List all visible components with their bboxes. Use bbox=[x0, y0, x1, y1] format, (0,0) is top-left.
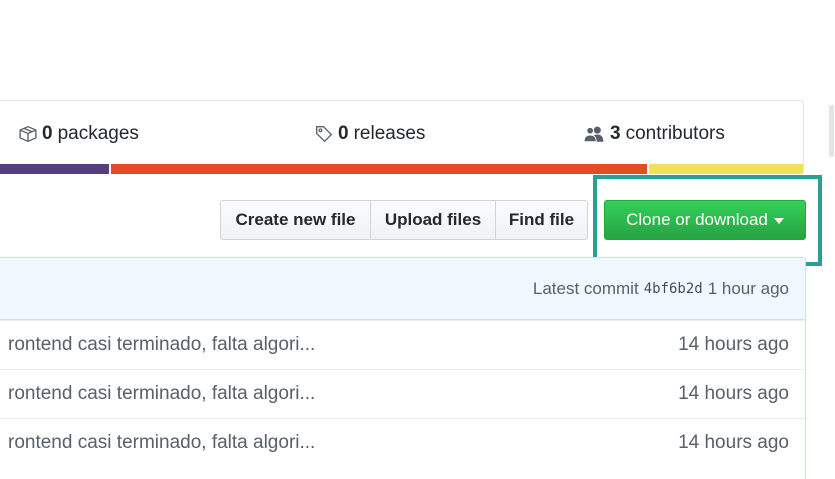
package-icon bbox=[19, 126, 37, 142]
packages-label: packages bbox=[57, 123, 139, 144]
latest-commit-bar: Latest commit 4bf6b2d 1 hour ago bbox=[0, 258, 805, 320]
file-age: 14 hours ago bbox=[678, 383, 789, 404]
contributors-count: 3 bbox=[610, 123, 621, 144]
table-row: rontend casi terminado, falta algori... … bbox=[0, 320, 805, 369]
language-bar-segment[interactable] bbox=[647, 164, 803, 174]
scrollbar[interactable] bbox=[827, 0, 835, 479]
commit-sha-link[interactable]: 4bf6b2d bbox=[644, 281, 703, 297]
releases-link[interactable]: 0 releases bbox=[315, 123, 425, 145]
language-bar-segment[interactable] bbox=[109, 164, 648, 174]
commit-age: 1 hour ago bbox=[707, 278, 789, 298]
create-new-file-button[interactable]: Create new file bbox=[220, 200, 371, 240]
language-bar[interactable] bbox=[0, 164, 803, 174]
table-row: rontend casi terminado, falta algori... … bbox=[0, 369, 805, 418]
packages-count: 0 bbox=[42, 123, 53, 144]
clone-or-download-button[interactable]: Clone or download bbox=[604, 200, 806, 240]
commit-message-link[interactable]: rontend casi terminado, falta algori... bbox=[8, 432, 315, 454]
file-age: 14 hours ago bbox=[678, 432, 789, 453]
people-icon bbox=[583, 126, 604, 143]
latest-commit-prefix: Latest commit bbox=[532, 278, 639, 298]
caret-down-icon bbox=[773, 218, 784, 224]
file-actions: Create new file Upload files Find file bbox=[220, 200, 588, 240]
commit-message-link[interactable]: rontend casi terminado, falta algori... bbox=[8, 383, 315, 405]
releases-label: releases bbox=[353, 123, 426, 144]
releases-count: 0 bbox=[338, 123, 349, 144]
packages-link[interactable]: 0 packages bbox=[19, 123, 139, 145]
upload-files-button[interactable]: Upload files bbox=[370, 200, 496, 240]
contributors-link[interactable]: 3 contributors bbox=[583, 123, 725, 145]
tag-icon bbox=[316, 126, 332, 142]
contributors-label: contributors bbox=[625, 123, 725, 144]
repo-summary: 0 packages 0 releases 3 contributors bbox=[0, 100, 804, 174]
language-bar-segment[interactable] bbox=[0, 164, 110, 174]
clone-or-download-label: Clone or download bbox=[626, 210, 768, 229]
commit-message-link[interactable]: rontend casi terminado, falta algori... bbox=[8, 334, 315, 356]
scrollbar-thumb[interactable] bbox=[829, 105, 834, 157]
table-row: rontend casi terminado, falta algori... … bbox=[0, 418, 805, 467]
file-age: 14 hours ago bbox=[678, 334, 789, 355]
file-table: Latest commit 4bf6b2d 1 hour ago rontend… bbox=[0, 257, 806, 479]
find-file-button[interactable]: Find file bbox=[495, 200, 588, 240]
